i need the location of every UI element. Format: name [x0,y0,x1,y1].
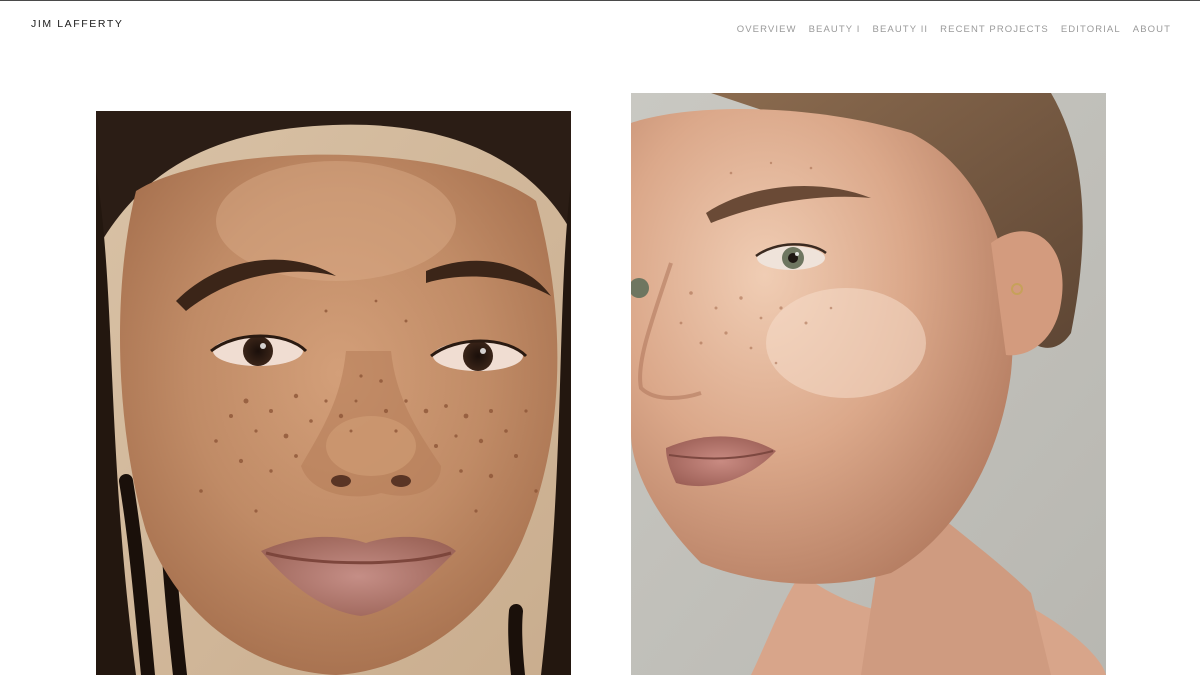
site-title[interactable]: JIM LAFFERTY [31,18,124,30]
nav-item-recent-projects: RECENT PROJECTS [940,19,1049,37]
top-border [0,0,1200,1]
portrait-photo-2 [631,93,1106,675]
nav-item-overview: OVERVIEW [737,19,797,37]
nav-link-editorial[interactable]: EDITORIAL [1061,24,1121,35]
nav-item-beauty-i: BEAUTY I [809,19,861,37]
nav-link-recent-projects[interactable]: RECENT PROJECTS [940,24,1049,35]
gallery-image-1[interactable] [96,111,571,675]
nav-item-beauty-ii: BEAUTY II [873,19,929,37]
portrait-photo-1 [96,111,571,675]
nav-item-about: ABOUT [1133,19,1171,37]
nav-item-editorial: EDITORIAL [1061,19,1121,37]
nav-link-beauty-i[interactable]: BEAUTY I [809,24,861,35]
main-nav: OVERVIEW BEAUTY I BEAUTY II RECENT PROJE… [737,19,1171,37]
gallery-image-2[interactable] [631,93,1106,675]
nav-link-overview[interactable]: OVERVIEW [737,24,797,35]
nav-link-about[interactable]: ABOUT [1133,24,1171,35]
nav-link-beauty-ii[interactable]: BEAUTY II [873,24,929,35]
